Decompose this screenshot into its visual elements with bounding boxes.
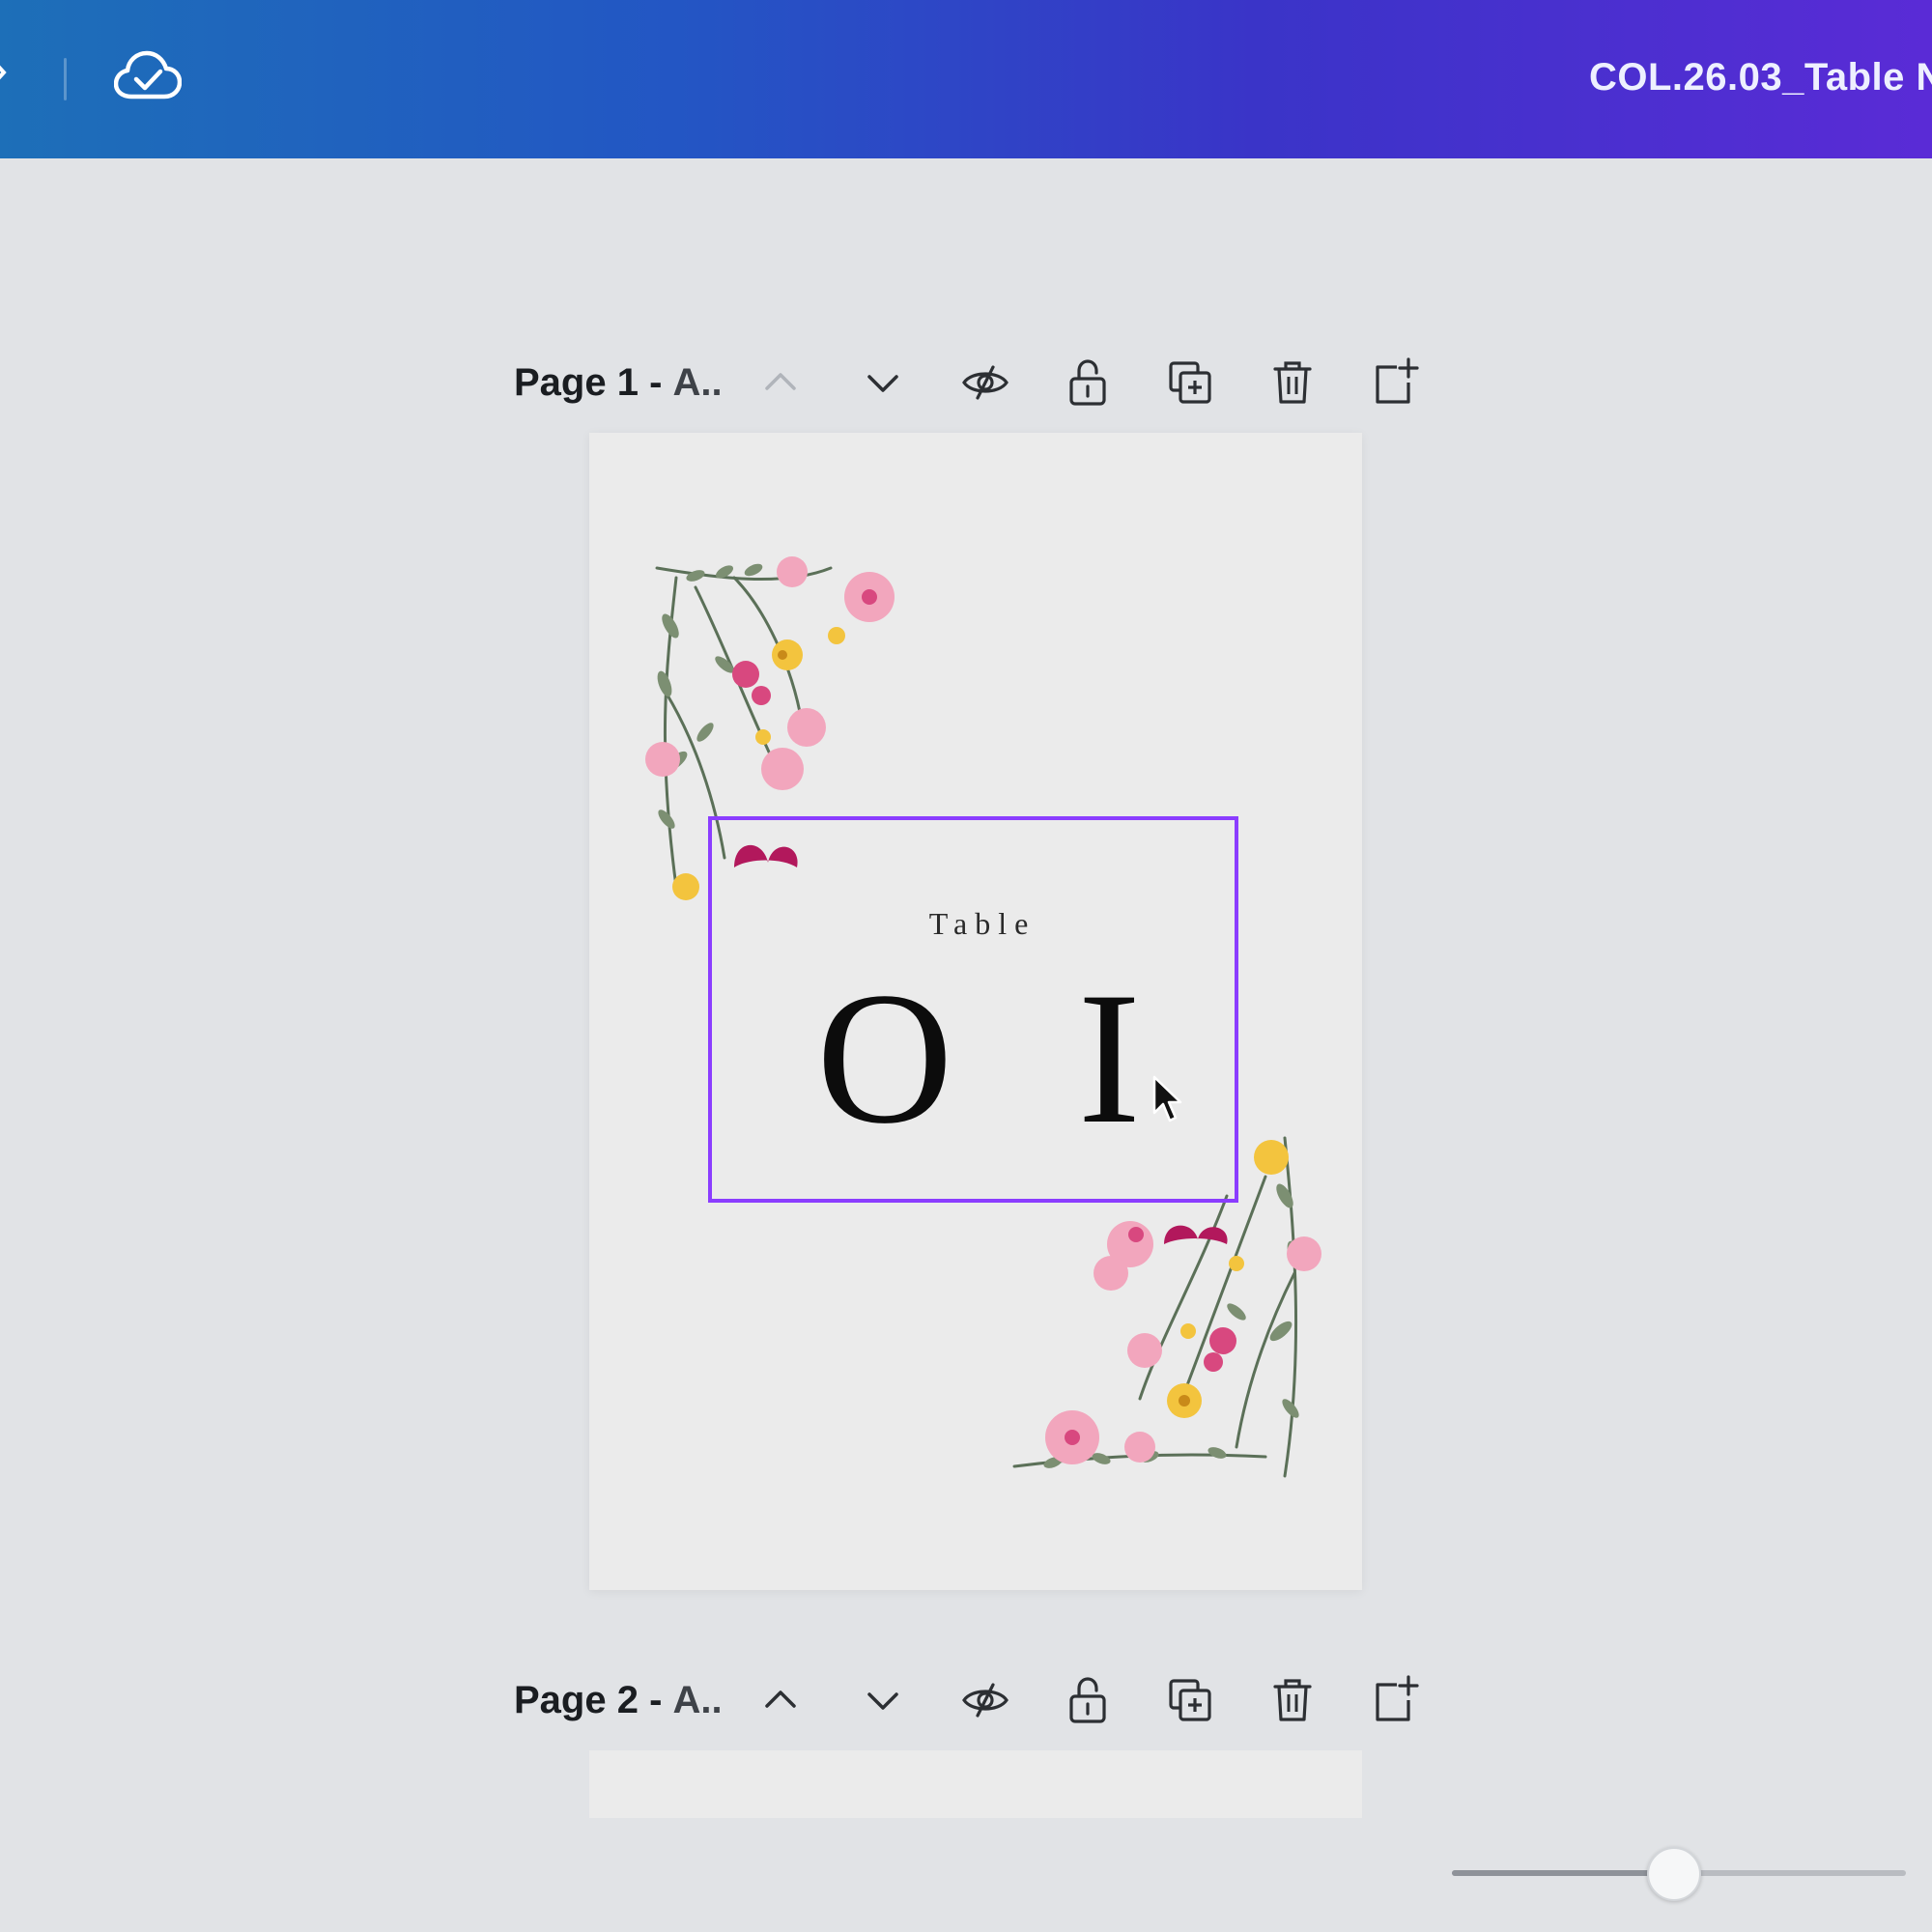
table-label-text[interactable]: Table [589, 906, 1362, 942]
unlock-icon [1069, 1677, 1106, 1723]
duplicate-icon [1169, 361, 1211, 404]
page-2-toolbar: Page 2 - A.. [512, 1665, 1430, 1733]
delete-page-button[interactable] [1265, 355, 1320, 410]
mouse-cursor-icon [1152, 1075, 1182, 1122]
page-2-canvas[interactable] [589, 1750, 1362, 1818]
chevron-up-icon [765, 373, 796, 390]
add-page-button[interactable] [1368, 355, 1422, 410]
delete-page-button[interactable] [1265, 1673, 1320, 1727]
move-page-up-button[interactable] [753, 355, 808, 410]
page-2-name: A.. [672, 1679, 723, 1721]
lock-page-button[interactable] [1061, 355, 1115, 410]
add-page-icon [1376, 1675, 1419, 1721]
trash-icon [1273, 361, 1312, 404]
chevron-up-icon [765, 1690, 796, 1708]
hide-page-button[interactable] [958, 355, 1012, 410]
duplicate-icon [1169, 1679, 1211, 1721]
chevron-down-icon [867, 375, 898, 392]
move-page-down-button[interactable] [856, 1673, 910, 1727]
duplicate-page-button[interactable] [1163, 1673, 1217, 1727]
lock-page-button[interactable] [1061, 1673, 1115, 1727]
editor-header: COL.26.03_Table N [0, 0, 1932, 158]
zoom-slider-fill [1452, 1870, 1675, 1876]
add-page-button[interactable] [1368, 1673, 1422, 1727]
table-number-text[interactable]: O I [589, 954, 1362, 1163]
page-1-number: Page 1 - [514, 361, 663, 404]
page-1-canvas[interactable]: Table O I [589, 433, 1362, 1590]
hide-page-button[interactable] [958, 1673, 1012, 1727]
document-title[interactable]: COL.26.03_Table N [1589, 56, 1932, 99]
cloud-check-icon[interactable] [114, 48, 182, 104]
trash-icon [1273, 1679, 1312, 1721]
zoom-slider-handle[interactable] [1647, 1847, 1702, 1901]
chevron-down-icon [867, 1692, 898, 1710]
page-1-title[interactable]: Page 1 - A.. [514, 361, 723, 405]
unlock-icon [1069, 359, 1106, 406]
eye-slash-icon [962, 1683, 1009, 1718]
page-2-title[interactable]: Page 2 - A.. [514, 1679, 723, 1722]
eye-slash-icon [962, 365, 1009, 400]
page-2-number: Page 2 - [514, 1679, 663, 1721]
move-page-down-button[interactable] [856, 355, 910, 410]
page-1-name: A.. [672, 361, 723, 404]
add-page-icon [1376, 357, 1419, 404]
move-page-up-button[interactable] [753, 1673, 808, 1727]
header-divider [64, 58, 67, 100]
page-1-toolbar: Page 1 - A.. [512, 348, 1430, 415]
duplicate-page-button[interactable] [1163, 355, 1217, 410]
chevron-right-icon[interactable] [0, 58, 8, 87]
